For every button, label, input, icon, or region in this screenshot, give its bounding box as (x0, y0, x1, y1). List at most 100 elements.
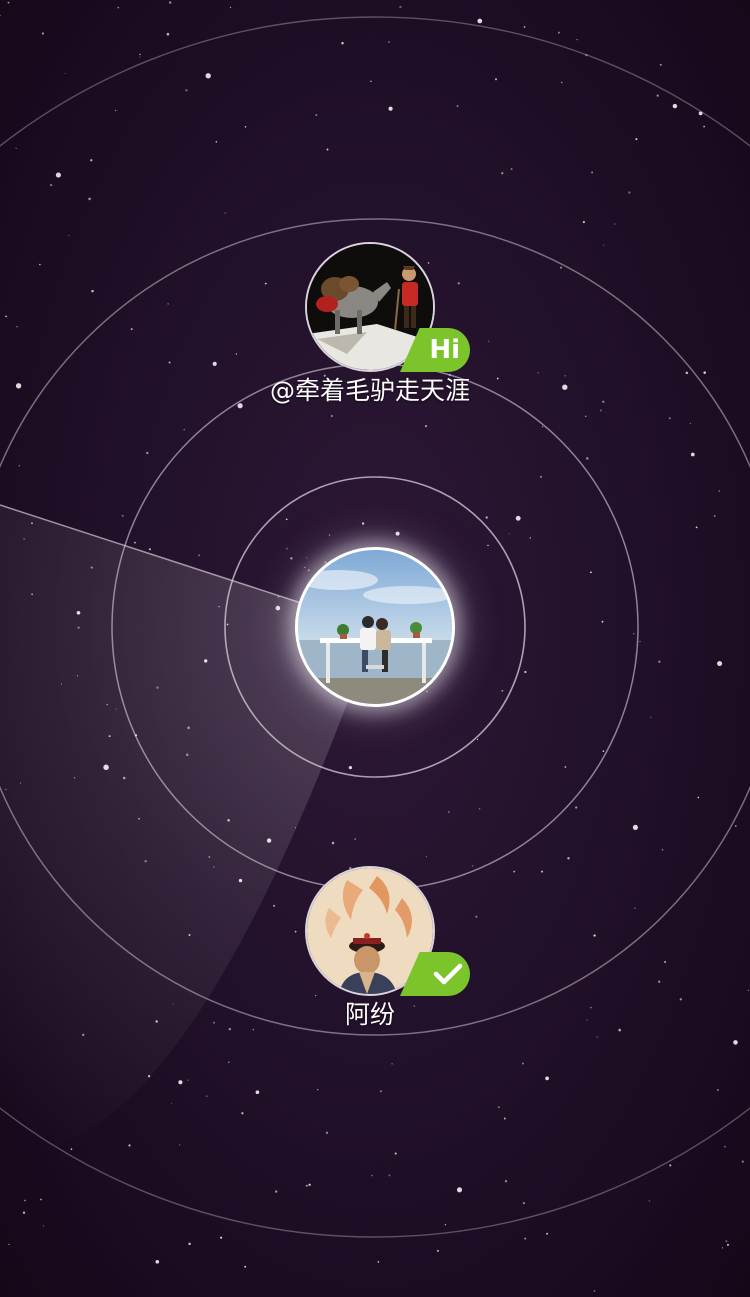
star (121, 514, 124, 517)
star (168, 361, 171, 364)
star (521, 1062, 524, 1065)
star (545, 1076, 549, 1081)
star (179, 1144, 181, 1146)
star (171, 1102, 173, 1105)
star (394, 1152, 397, 1155)
star (456, 105, 459, 108)
star (395, 531, 400, 536)
star (286, 547, 288, 550)
star (212, 1021, 216, 1024)
star (19, 782, 21, 784)
star (188, 933, 191, 937)
star (664, 960, 667, 963)
star (235, 353, 238, 355)
star (560, 266, 562, 269)
star (255, 1090, 260, 1095)
star (436, 1249, 440, 1253)
star (277, 595, 280, 598)
star (103, 764, 109, 771)
star (716, 1088, 719, 1092)
star (501, 172, 504, 175)
star (703, 371, 706, 374)
star (497, 1106, 500, 1109)
star (315, 114, 318, 116)
star (523, 26, 526, 28)
star (703, 125, 706, 128)
star (167, 303, 169, 305)
star (49, 183, 53, 187)
star (188, 1242, 191, 1246)
nearby-user-2[interactable]: 阿纷 (250, 866, 490, 1046)
star (7, 1, 10, 4)
star (593, 1290, 596, 1292)
star (326, 148, 329, 151)
star (656, 94, 659, 97)
star (238, 878, 243, 883)
star (614, 223, 616, 225)
star (539, 475, 543, 478)
user-name: @牵着毛驴走天涯 (269, 376, 470, 405)
star (185, 753, 189, 757)
star (399, 5, 402, 9)
star (524, 1237, 527, 1240)
star (515, 515, 521, 521)
star (134, 541, 136, 544)
star (379, 1090, 382, 1093)
star (669, 1164, 672, 1167)
star (90, 159, 93, 162)
star (106, 703, 108, 706)
star (226, 623, 229, 626)
star (485, 516, 488, 519)
star (70, 1148, 73, 1150)
star (76, 610, 81, 615)
star (146, 451, 149, 455)
star (8, 1243, 10, 1245)
star (128, 1144, 131, 1147)
star (290, 557, 293, 560)
star (476, 738, 479, 741)
my-avatar[interactable] (295, 547, 455, 707)
star (690, 452, 695, 457)
star (658, 980, 661, 983)
star (557, 31, 560, 34)
star (138, 817, 140, 820)
star (668, 417, 671, 420)
star (628, 191, 631, 194)
star (60, 683, 63, 685)
star (305, 1184, 308, 1187)
star (114, 109, 117, 112)
star (275, 605, 281, 611)
star (602, 750, 605, 753)
star (582, 221, 585, 224)
star (510, 168, 513, 171)
star (695, 526, 698, 529)
star (307, 569, 310, 572)
star (388, 1174, 391, 1177)
star (187, 1079, 189, 1081)
star (55, 172, 61, 178)
star (741, 1160, 744, 1163)
star (117, 6, 120, 9)
star (22, 1211, 26, 1214)
star (586, 1019, 588, 1021)
star (648, 1200, 650, 1202)
star (88, 197, 91, 201)
star (108, 735, 111, 738)
star (370, 80, 372, 82)
star (178, 1080, 183, 1085)
star (685, 371, 689, 375)
star (391, 1063, 393, 1065)
star (156, 686, 159, 689)
nearby-user-1[interactable]: Hi @牵着毛驴走天涯 (250, 242, 490, 422)
star (218, 605, 220, 608)
star (172, 1003, 174, 1005)
star (447, 810, 450, 813)
star (487, 544, 489, 547)
star (122, 776, 126, 780)
star (361, 522, 365, 525)
star (561, 81, 563, 84)
star (650, 716, 652, 718)
star (198, 554, 201, 557)
star (325, 1131, 329, 1134)
star (306, 557, 308, 559)
